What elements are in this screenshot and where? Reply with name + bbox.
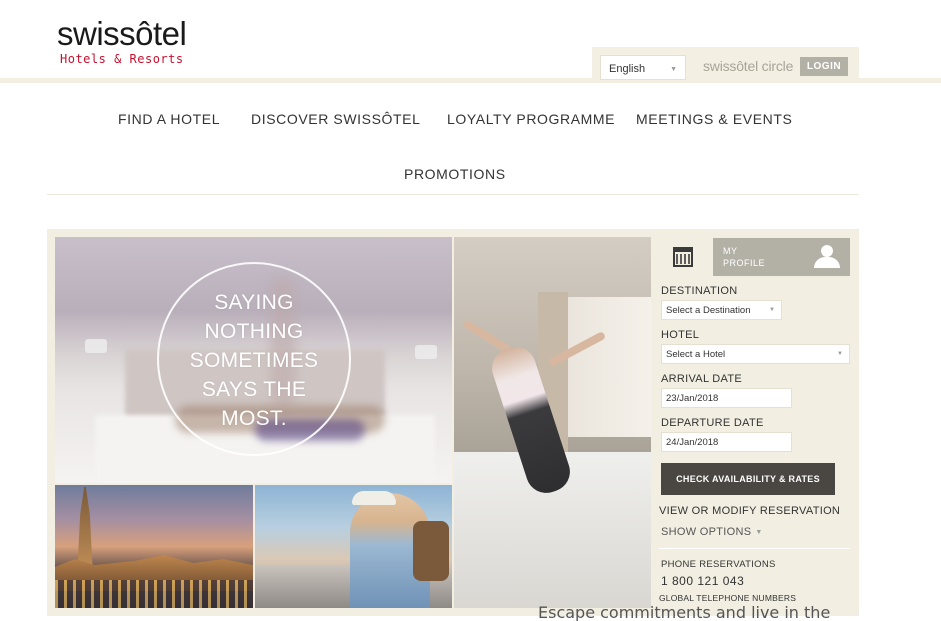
arrival-date-input[interactable]: 23/Jan/2018 — [661, 388, 792, 408]
calendar-icon[interactable] — [673, 247, 693, 267]
hero-image-city-night[interactable] — [55, 485, 253, 608]
slogan-line: SAYING — [214, 291, 294, 314]
hotel-value: Select a Hotel — [666, 349, 726, 360]
nav-loyalty-programme[interactable]: LOYALTY PROGRAMME — [447, 111, 615, 127]
chevron-down-icon: ▼ — [769, 307, 775, 313]
hotel-select[interactable]: Select a Hotel ▼ — [661, 344, 850, 364]
panel-divider — [659, 548, 850, 549]
departure-date-label: DEPARTURE DATE — [661, 417, 764, 429]
show-options-toggle[interactable]: SHOW OPTIONS ▼ — [661, 526, 763, 538]
phone-number: 1 800 121 043 — [661, 574, 745, 588]
hero-image-woman-falling-on-bed[interactable] — [454, 237, 651, 608]
my-profile-button[interactable]: MY PROFILE — [713, 238, 850, 276]
page: swissôtel Hotels & Resorts English ▼ swi… — [0, 0, 941, 621]
destination-select[interactable]: Select a Destination ▼ — [661, 300, 782, 320]
nav-discover-swissotel[interactable]: DISCOVER SWISSÔTEL — [251, 111, 421, 127]
intro-text: Escape commitments and live in the — [538, 603, 831, 621]
phone-reservations-title: PHONE RESERVATIONS — [661, 559, 776, 570]
brand-tagline: Hotels & Resorts — [60, 52, 184, 66]
slogan-line: MOST. — [221, 407, 287, 430]
profile-label-line: PROFILE — [723, 258, 766, 268]
chevron-down-icon: ▼ — [755, 529, 763, 536]
swissotel-logo[interactable]: swissôtel Hotels & Resorts — [57, 14, 207, 70]
global-telephone-numbers-link[interactable]: GLOBAL TELEPHONE NUMBERS — [659, 593, 796, 603]
arrival-date-label: ARRIVAL DATE — [661, 373, 743, 385]
destination-value: Select a Destination — [666, 305, 751, 316]
nav-find-a-hotel[interactable]: FIND A HOTEL — [118, 111, 220, 127]
check-availability-button[interactable]: CHECK AVAILABILITY & RATES — [661, 463, 835, 495]
chevron-down-icon: ▼ — [837, 351, 843, 357]
nav-promotions[interactable]: PROMOTIONS — [404, 166, 506, 182]
nav-meetings-events[interactable]: MEETINGS & EVENTS — [636, 111, 792, 127]
hero-slogan: SAYING NOTHING SOMETIMES SAYS THE MOST. — [157, 288, 351, 433]
nav-divider — [47, 194, 859, 195]
hero-image-traveller[interactable] — [255, 485, 452, 608]
view-modify-reservation-link[interactable]: VIEW OR MODIFY RESERVATION — [659, 505, 840, 517]
show-options-label: SHOW OPTIONS — [661, 526, 752, 538]
user-icon — [814, 245, 840, 269]
slogan-line: NOTHING — [204, 320, 304, 343]
destination-label: DESTINATION — [661, 285, 738, 297]
slogan-line: SAYS THE — [201, 378, 307, 401]
hotel-label: HOTEL — [661, 329, 700, 341]
slogan-line: SOMETIMES — [189, 349, 319, 372]
loyalty-brand-logo[interactable]: swissôtel circle — [703, 58, 793, 74]
departure-date-input[interactable]: 24/Jan/2018 — [661, 432, 792, 452]
language-value: English — [609, 63, 646, 75]
brand-name: swissôtel — [57, 15, 187, 52]
login-button[interactable]: LOGIN — [800, 57, 848, 76]
profile-label-line: MY — [723, 246, 738, 256]
chevron-down-icon: ▼ — [670, 66, 677, 73]
language-select[interactable]: English ▼ — [600, 55, 686, 80]
